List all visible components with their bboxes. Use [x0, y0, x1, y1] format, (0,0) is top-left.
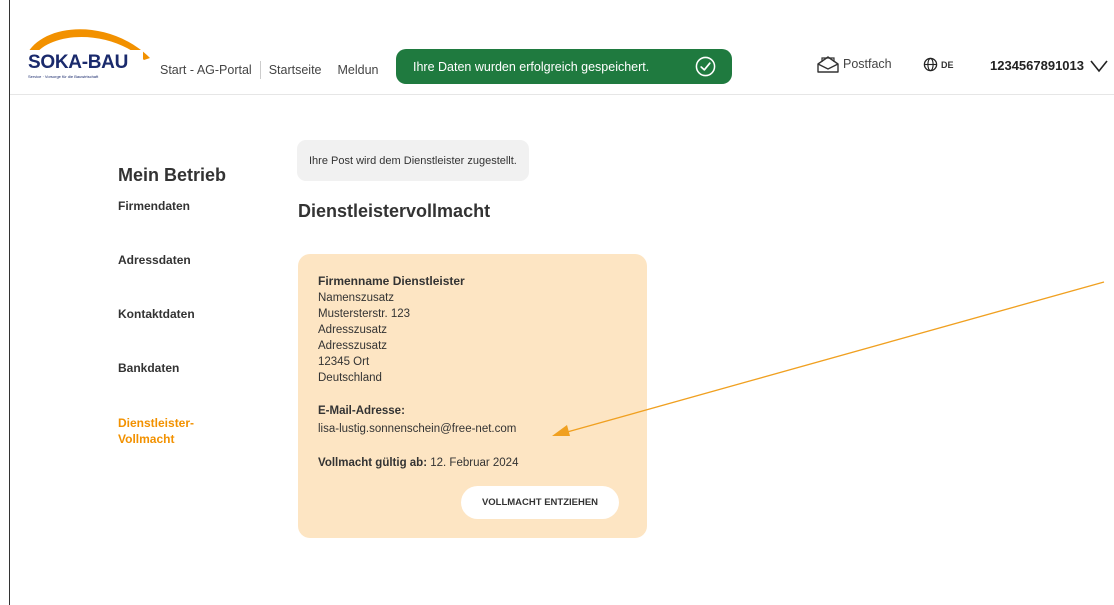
- sidebar-title: Mein Betrieb: [118, 165, 227, 185]
- globe-icon: [923, 57, 938, 72]
- nav-startseite[interactable]: Startseite: [269, 63, 322, 77]
- valid-from-label: Vollmacht gültig ab:: [318, 457, 428, 469]
- main-nav: Start - AG-Portal Startseite Meldun: [160, 61, 379, 79]
- postfach-label: Postfach: [843, 57, 892, 71]
- logo-tagline: Service · Vorsorge für die Bauwirtschaft: [28, 74, 99, 79]
- sidebar-item-label-line2: Vollmacht: [118, 432, 175, 446]
- sidebar-item-kontaktdaten[interactable]: Kontaktdaten: [118, 306, 195, 322]
- toast-message: Ihre Daten wurden erfolgreich gespeicher…: [413, 59, 650, 74]
- email-label: E-Mail-Adresse:: [318, 405, 405, 417]
- chevron-down-icon: [1090, 60, 1108, 72]
- company-name: Firmenname Dienstleister: [318, 274, 465, 288]
- success-toast: Ihre Daten wurden erfolgreich gespeicher…: [396, 49, 732, 84]
- postfach-link[interactable]: Postfach: [816, 54, 892, 74]
- check-circle-icon: [695, 56, 716, 77]
- email-value: lisa-lustig.sonnenschein@free-net.com: [318, 423, 517, 435]
- address-line: Adresszusatz: [318, 340, 388, 352]
- address-line: Mustersterstr. 123: [318, 308, 411, 320]
- language-label: DE: [941, 59, 954, 70]
- address-line: Adresszusatz: [318, 324, 388, 336]
- valid-from-date: 12. Februar 2024: [430, 457, 519, 469]
- nav-divider: [259, 61, 261, 79]
- info-message: Ihre Post wird dem Dienstleister zugeste…: [297, 140, 529, 181]
- nav-meldungen[interactable]: Meldun: [338, 63, 379, 77]
- sidebar-item-dienstleister-vollmacht[interactable]: Dienstleister- Vollmacht: [118, 415, 194, 447]
- address-line: 12345 Ort: [318, 356, 370, 368]
- sidebar-item-firmendaten[interactable]: Firmendaten: [118, 198, 190, 214]
- sidebar-item-label-line1: Dienstleister-: [118, 416, 195, 430]
- soka-bau-logo[interactable]: SOKA-BAU Service · Vorsorge für die Bauw…: [22, 20, 157, 80]
- address-line: Namenszusatz: [318, 292, 395, 304]
- service-provider-card: Firmenname Dienstleister Namenszusatz Mu…: [298, 254, 647, 538]
- sidebar-item-adressdaten[interactable]: Adressdaten: [118, 252, 191, 268]
- postfach-icon: [817, 56, 839, 73]
- nav-start-ag-portal[interactable]: Start - AG-Portal: [160, 63, 252, 77]
- account-menu[interactable]: 1234567891013: [990, 58, 1108, 73]
- address-line: Deutschland: [318, 372, 382, 384]
- account-number: 1234567891013: [990, 58, 1084, 73]
- revoke-authorization-button[interactable]: VOLLMACHT ENTZIEHEN: [461, 486, 619, 519]
- language-switch[interactable]: DE: [923, 57, 954, 72]
- logo-text: SOKA-BAU: [28, 52, 128, 73]
- valid-from: Vollmacht gültig ab: 12. Februar 2024: [318, 457, 518, 469]
- sidebar-item-bankdaten[interactable]: Bankdaten: [118, 360, 179, 376]
- page-title: Dienstleistervollmacht: [298, 201, 491, 221]
